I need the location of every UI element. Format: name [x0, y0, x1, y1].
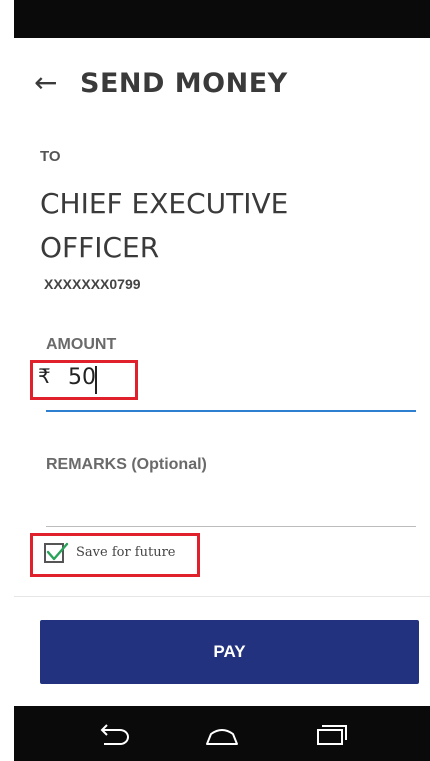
navigation-bar: [14, 706, 430, 761]
nav-back-icon[interactable]: [92, 718, 136, 750]
nav-recents-icon[interactable]: [310, 718, 354, 750]
account-number: XXXXXXX0799: [44, 276, 141, 292]
divider: [14, 596, 430, 597]
page-title: SEND MONEY: [80, 68, 288, 99]
to-label: TO: [40, 148, 61, 165]
recipient-name: CHIEF EXECUTIVE OFFICER: [40, 187, 289, 264]
app-header: ← SEND MONEY: [14, 38, 430, 134]
remarks-label: REMARKS (Optional): [46, 456, 207, 473]
amount-label: AMOUNT: [46, 336, 117, 353]
nav-home-icon[interactable]: [200, 718, 244, 750]
amount-highlight-box: [30, 360, 138, 400]
save-highlight-box: [30, 533, 200, 577]
pay-button[interactable]: PAY: [40, 620, 419, 684]
remarks-input[interactable]: [46, 488, 416, 527]
phone-screen: ← SEND MONEY TO CHIEF EXECUTIVE OFFICER …: [14, 0, 430, 761]
status-bar: [14, 0, 430, 38]
back-arrow-icon[interactable]: ←: [34, 66, 68, 100]
